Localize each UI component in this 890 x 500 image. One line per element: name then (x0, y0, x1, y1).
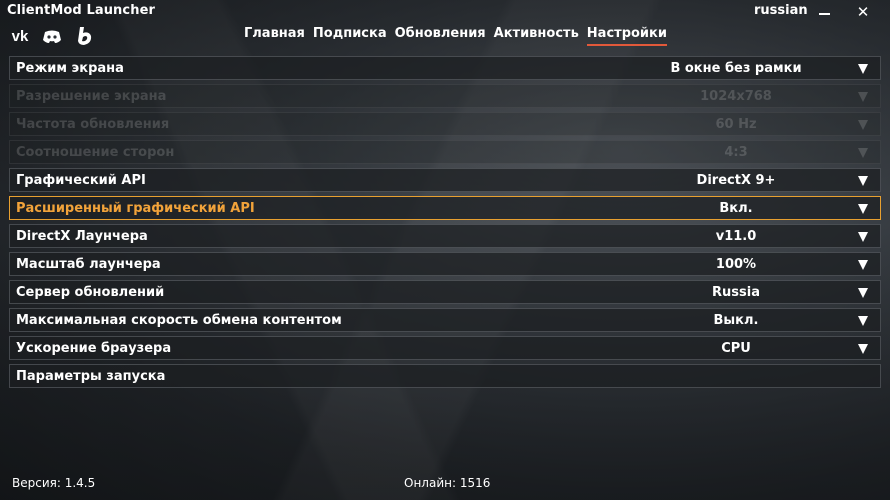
dropdown-arrow-icon[interactable] (858, 204, 868, 214)
setting-label: Масштаб лаунчера (16, 257, 161, 272)
setting-launch-parameters[interactable]: Параметры запуска (9, 364, 881, 388)
setting-label: Частота обновления (16, 117, 170, 132)
main-nav: Главная Подписка Обновления Активность Н… (244, 26, 675, 46)
setting-label: Параметры запуска (16, 369, 166, 384)
dropdown-arrow-icon[interactable] (858, 176, 868, 186)
setting-label: Соотношение сторон (16, 145, 175, 160)
dropdown-arrow-icon (858, 120, 868, 130)
discord-icon-graphic (43, 30, 61, 43)
dropdown-arrow-icon[interactable] (858, 288, 868, 298)
setting-value: v11.0 (715, 229, 757, 244)
setting-label: Максимальная скорость обмена контентом (16, 313, 342, 328)
setting-update-server[interactable]: Сервер обновлений Russia (9, 280, 881, 304)
setting-launcher-directx[interactable]: DirectX Лаунчера v11.0 (9, 224, 881, 248)
b-logo-graphic (78, 27, 92, 45)
tab-updates[interactable]: Обновления (395, 26, 486, 46)
online-count: Онлайн: 1516 (404, 476, 491, 490)
setting-value: В окне без рамки (670, 61, 802, 76)
version-label: Версия: 1.4.5 (12, 476, 96, 490)
title-bar[interactable]: ClientMod Launcher russian ✕ (0, 0, 890, 24)
setting-value: Вкл. (719, 201, 753, 216)
dropdown-arrow-icon (858, 92, 868, 102)
setting-refresh-rate: Частота обновления 60 Hz (9, 112, 881, 136)
settings-list: Режим экрана В окне без рамки Разрешение… (9, 56, 881, 392)
setting-label: Сервер обновлений (16, 285, 165, 300)
tab-activity[interactable]: Активность (494, 26, 579, 46)
setting-value: 4:3 (724, 145, 748, 160)
setting-screen-mode[interactable]: Режим экрана В окне без рамки (9, 56, 881, 80)
tab-settings[interactable]: Настройки (586, 26, 667, 46)
dropdown-arrow-icon[interactable] (858, 316, 868, 326)
setting-label: Режим экрана (16, 61, 124, 76)
setting-value: Russia (712, 285, 760, 300)
dropdown-arrow-icon[interactable] (858, 260, 868, 270)
setting-value: 100% (715, 257, 757, 272)
discord-icon[interactable] (40, 25, 64, 47)
tab-subscription[interactable]: Подписка (313, 26, 387, 46)
setting-value: Выкл. (713, 313, 759, 328)
setting-extended-graphics-api[interactable]: Расширенный графический API Вкл. (9, 196, 881, 220)
setting-value: CPU (721, 341, 751, 356)
b-logo-icon[interactable] (74, 25, 96, 47)
close-icon[interactable]: ✕ (851, 2, 875, 22)
setting-aspect-ratio: Соотношение сторон 4:3 (9, 140, 881, 164)
dropdown-arrow-icon[interactable] (858, 344, 868, 354)
launcher-window: ClientMod Launcher russian ✕ vk Главная … (0, 0, 890, 500)
language-selector[interactable]: russian (754, 3, 808, 18)
setting-label: Графический API (16, 173, 146, 188)
setting-label: DirectX Лаунчера (16, 229, 148, 244)
dropdown-arrow-icon[interactable] (858, 64, 868, 74)
minimize-icon[interactable] (812, 2, 836, 22)
dropdown-arrow-icon (858, 148, 868, 158)
vk-icon[interactable]: vk (8, 25, 32, 47)
setting-graphics-api[interactable]: Графический API DirectX 9+ (9, 168, 881, 192)
setting-value: 1024x768 (700, 89, 772, 104)
setting-value: DirectX 9+ (696, 173, 776, 188)
app-title: ClientMod Launcher (7, 3, 155, 18)
setting-resolution: Разрешение экрана 1024x768 (9, 84, 881, 108)
tab-home[interactable]: Главная (244, 26, 305, 46)
setting-label: Ускорение браузера (16, 341, 172, 356)
dropdown-arrow-icon[interactable] (858, 232, 868, 242)
setting-max-content-speed[interactable]: Максимальная скорость обмена контентом В… (9, 308, 881, 332)
setting-label: Разрешение экрана (16, 89, 167, 104)
setting-launcher-scale[interactable]: Масштаб лаунчера 100% (9, 252, 881, 276)
setting-browser-acceleration[interactable]: Ускорение браузера CPU (9, 336, 881, 360)
setting-label: Расширенный графический API (16, 201, 255, 216)
setting-value: 60 Hz (715, 117, 757, 132)
